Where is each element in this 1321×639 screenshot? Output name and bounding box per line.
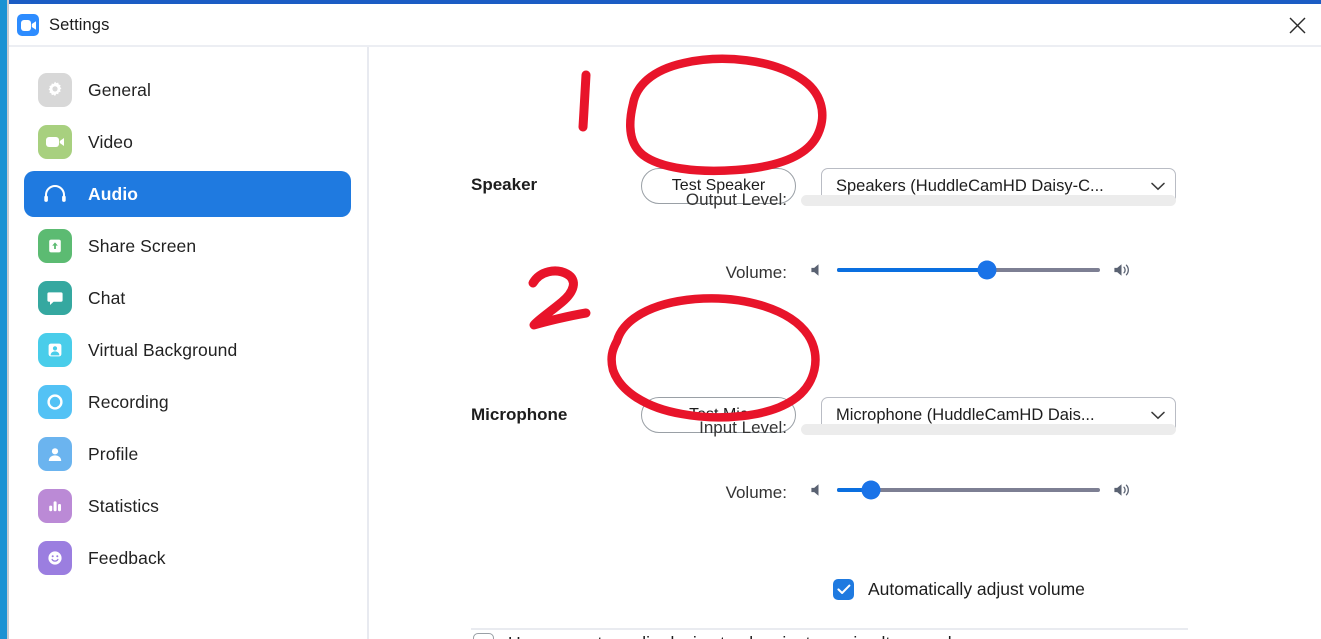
chat-bubble-icon bbox=[38, 281, 72, 315]
speaker-section-label: Speaker bbox=[471, 175, 538, 194]
microphone-volume-slider[interactable] bbox=[809, 480, 1132, 500]
sidebar-item-label: Statistics bbox=[88, 495, 160, 516]
sidebar-item-label: Virtual Background bbox=[88, 339, 238, 360]
headphones-icon bbox=[38, 177, 72, 211]
sidebar-item-label: Chat bbox=[88, 287, 126, 308]
auto-adjust-volume-checkbox-row[interactable]: Automatically adjust volume bbox=[833, 579, 1085, 600]
slider-thumb[interactable] bbox=[977, 260, 997, 280]
auto-adjust-volume-label: Automatically adjust volume bbox=[868, 579, 1085, 599]
separate-ringtone-checkbox[interactable] bbox=[473, 633, 494, 639]
separate-ringtone-label: Use separate audio device to play ringto… bbox=[508, 633, 960, 639]
sidebar-item-recording[interactable]: Recording bbox=[24, 379, 351, 425]
sidebar-item-label: General bbox=[88, 79, 151, 100]
input-level-label: Input Level: bbox=[699, 418, 787, 437]
sidebar-item-audio[interactable]: Audio bbox=[24, 171, 351, 217]
window-accent-left bbox=[0, 0, 7, 639]
audio-settings-pane: Speaker Test Speaker Speakers (HuddleCam… bbox=[369, 47, 1321, 639]
sidebar-item-label: Audio bbox=[88, 183, 139, 204]
sidebar-item-general[interactable]: General bbox=[24, 67, 351, 113]
record-circle-icon bbox=[38, 385, 72, 419]
gear-icon bbox=[38, 73, 72, 107]
sidebar-item-label: Recording bbox=[88, 391, 169, 412]
window-title: Settings bbox=[49, 15, 110, 34]
speaker-high-icon bbox=[1112, 262, 1132, 278]
input-level-meter bbox=[801, 424, 1176, 435]
microphone-volume-label: Volume: bbox=[725, 483, 787, 502]
speaker-high-icon bbox=[1112, 482, 1132, 498]
chevron-down-icon bbox=[1151, 406, 1165, 425]
slider-fill bbox=[837, 268, 987, 272]
person-icon bbox=[38, 437, 72, 471]
sidebar-item-label: Feedback bbox=[88, 547, 166, 568]
speaker-volume-slider[interactable] bbox=[809, 260, 1132, 280]
speaker-device-value: Speakers (HuddleCamHD Daisy-C... bbox=[836, 176, 1104, 195]
sidebar-item-label: Share Screen bbox=[88, 235, 197, 256]
chevron-down-icon bbox=[1151, 177, 1165, 196]
microphone-volume-track[interactable] bbox=[837, 480, 1100, 500]
separate-ringtone-checkbox-row[interactable]: Use separate audio device to play ringto… bbox=[473, 633, 960, 639]
sidebar-item-video[interactable]: Video bbox=[24, 119, 351, 165]
output-level-meter bbox=[801, 195, 1176, 206]
microphone-device-value: Microphone (HuddleCamHD Dais... bbox=[836, 405, 1095, 424]
video-camera-icon bbox=[38, 125, 72, 159]
sidebar-item-chat[interactable]: Chat bbox=[24, 275, 351, 321]
speaker-low-icon bbox=[809, 262, 825, 278]
sidebar-item-label: Profile bbox=[88, 443, 139, 464]
sidebar-item-share-screen[interactable]: Share Screen bbox=[24, 223, 351, 269]
sidebar-item-feedback[interactable]: Feedback bbox=[24, 535, 351, 581]
virtual-background-icon bbox=[38, 333, 72, 367]
title-bar: Settings bbox=[9, 4, 1321, 46]
speaker-volume-track[interactable] bbox=[837, 260, 1100, 280]
speaker-low-icon bbox=[809, 482, 825, 498]
sidebar-item-statistics[interactable]: Statistics bbox=[24, 483, 351, 529]
auto-adjust-volume-checkbox[interactable] bbox=[833, 579, 854, 600]
bar-chart-icon bbox=[38, 489, 72, 523]
smiley-face-icon bbox=[38, 541, 72, 575]
settings-sidebar: General Video Audio Share Screen Chat Vi… bbox=[9, 47, 367, 639]
close-icon[interactable] bbox=[1273, 4, 1321, 46]
sidebar-item-virtual-background[interactable]: Virtual Background bbox=[24, 327, 351, 373]
speaker-volume-label: Volume: bbox=[725, 263, 787, 282]
zoom-camera-icon bbox=[17, 14, 39, 36]
output-level-label: Output Level: bbox=[685, 190, 787, 209]
slider-thumb[interactable] bbox=[861, 480, 881, 500]
share-screen-icon bbox=[38, 229, 72, 263]
sidebar-item-label: Video bbox=[88, 131, 133, 152]
section-divider-bottom bbox=[471, 628, 1188, 630]
sidebar-item-profile[interactable]: Profile bbox=[24, 431, 351, 477]
zoom-settings-window: Settings General Video Audio Share Scree… bbox=[0, 0, 1321, 639]
